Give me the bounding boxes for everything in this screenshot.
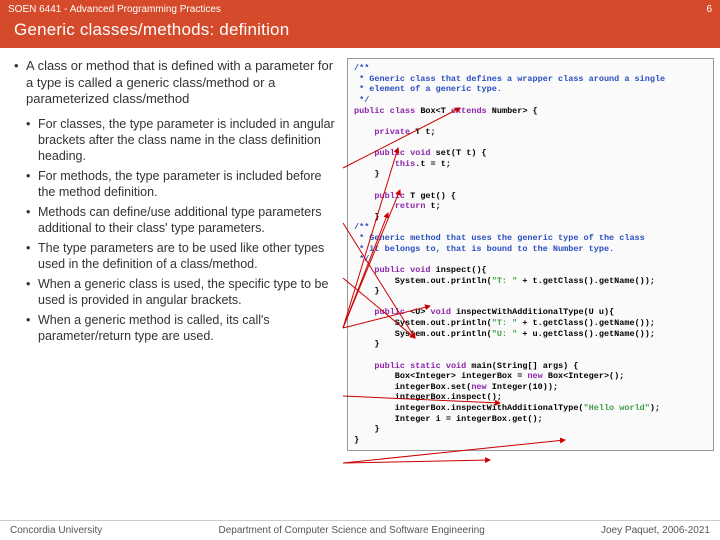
- course-code: SOEN 6441 - Advanced Programming Practic…: [8, 4, 221, 15]
- sub-bullet: The type parameters are to be used like …: [28, 240, 339, 272]
- slide-title: Generic classes/methods: definition: [0, 18, 720, 48]
- content-area: A class or method that is defined with a…: [0, 48, 720, 518]
- sub-bullet: For classes, the type parameter is inclu…: [28, 116, 339, 164]
- code-block: /** * Generic class that defines a wrapp…: [347, 58, 714, 451]
- main-bullet: A class or method that is defined with a…: [16, 58, 339, 108]
- sub-bullet: When a generic method is called, its cal…: [28, 312, 339, 344]
- top-bar: SOEN 6441 - Advanced Programming Practic…: [0, 0, 720, 18]
- sub-bullet: Methods can define/use additional type p…: [28, 204, 339, 236]
- sub-bullet-list: For classes, the type parameter is inclu…: [16, 116, 339, 344]
- sub-bullet: When a generic class is used, the specif…: [28, 276, 339, 308]
- footer-center: Department of Computer Science and Softw…: [219, 525, 485, 536]
- text-column: A class or method that is defined with a…: [0, 48, 345, 518]
- code-column: /** * Generic class that defines a wrapp…: [345, 48, 720, 518]
- footer-left: Concordia University: [10, 525, 102, 536]
- footer-right: Joey Paquet, 2006-2021: [601, 525, 710, 536]
- footer-bar: Concordia University Department of Compu…: [0, 520, 720, 540]
- sub-bullet: For methods, the type parameter is inclu…: [28, 168, 339, 200]
- page-number: 6: [706, 4, 712, 15]
